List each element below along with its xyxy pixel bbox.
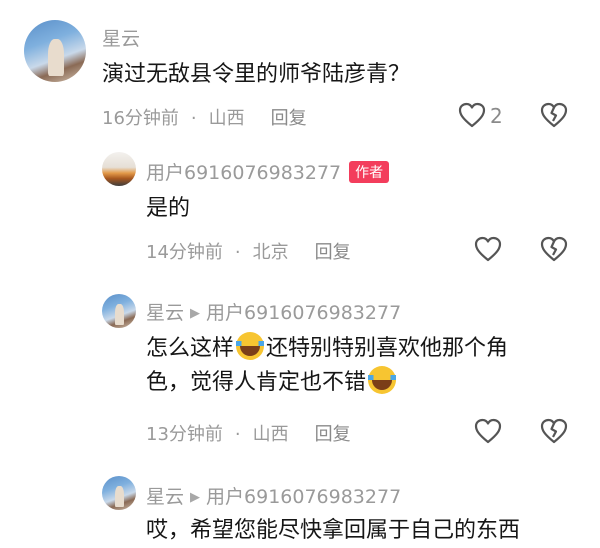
comment-text: 演过无敌县令里的师爷陆彦青？ xyxy=(102,62,411,87)
reply-button[interactable]: 回复 xyxy=(315,242,351,263)
username-text: 星云 xyxy=(146,486,185,508)
heart-outline-icon[interactable] xyxy=(474,236,502,262)
username[interactable]: 星云 ▶ 用户6916076983277 xyxy=(146,482,401,509)
comment-text: 是的 xyxy=(146,196,191,221)
username-text: 用户6916076983277 xyxy=(146,162,342,184)
timestamp: 14分钟前 xyxy=(146,242,223,263)
broken-heart-outline-icon[interactable] xyxy=(540,102,568,128)
comment-meta: 13分钟前 · 山西 回复 xyxy=(146,420,351,446)
comment-text-part: 怎么这样 xyxy=(146,336,235,361)
reply-to-username[interactable]: 用户6916076983277 xyxy=(206,302,401,324)
right-triangle-icon: ▶ xyxy=(190,490,201,505)
like-count: 2 xyxy=(490,104,503,128)
author-badge: 作者 xyxy=(349,161,390,183)
avatar[interactable] xyxy=(102,476,136,510)
reply-button[interactable]: 回复 xyxy=(315,424,351,445)
laughing-crying-emoji xyxy=(368,366,397,394)
username[interactable]: 星云 xyxy=(102,24,140,51)
broken-heart-outline-icon[interactable] xyxy=(540,418,568,444)
right-triangle-icon: ▶ xyxy=(190,306,201,321)
timestamp: 13分钟前 xyxy=(146,424,223,445)
avatar[interactable] xyxy=(102,152,136,186)
comment-text: 怎么这样 还特别特别喜欢他那个角 色，觉得人肯定也不错 xyxy=(146,332,566,400)
username-text: 星云 xyxy=(146,302,185,324)
location: 山西 xyxy=(252,424,289,445)
location: 山西 xyxy=(208,108,245,129)
comment-text-part: 还特别特别喜欢他那个角 xyxy=(266,336,509,361)
comment-text: 哎，希望您能尽快拿回属于自己的东西 xyxy=(146,518,521,543)
reply-to-username[interactable]: 用户6916076983277 xyxy=(206,486,401,508)
broken-heart-outline-icon[interactable] xyxy=(540,236,568,262)
comment-text-part: 色，觉得人肯定也不错 xyxy=(146,370,367,395)
username[interactable]: 星云 ▶ 用户6916076983277 xyxy=(146,298,401,325)
separator: · xyxy=(190,108,197,129)
laughing-crying-emoji xyxy=(236,332,265,360)
avatar[interactable] xyxy=(102,294,136,328)
heart-outline-icon[interactable] xyxy=(458,102,486,128)
reply-button[interactable]: 回复 xyxy=(271,108,307,129)
timestamp: 16分钟前 xyxy=(102,108,179,129)
username[interactable]: 用户6916076983277 作者 xyxy=(146,158,390,185)
separator: · xyxy=(234,424,241,445)
comment-meta: 16分钟前 · 山西 回复 xyxy=(102,104,307,130)
separator: · xyxy=(234,242,241,263)
heart-outline-icon[interactable] xyxy=(474,418,502,444)
avatar[interactable] xyxy=(24,20,86,82)
comment-meta: 14分钟前 · 北京 回复 xyxy=(146,238,351,264)
location: 北京 xyxy=(252,242,289,263)
